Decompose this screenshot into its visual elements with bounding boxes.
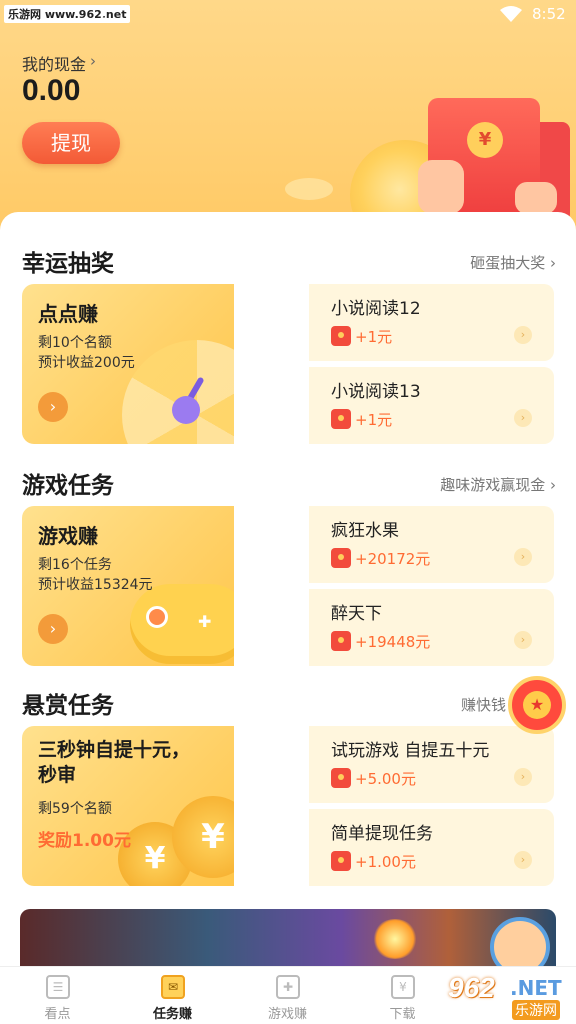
- nav-tab-label: 看点: [44, 1007, 71, 1022]
- feature-card-title: 游戏赚: [38, 524, 98, 548]
- chevron-right-icon[interactable]: ›: [514, 326, 532, 344]
- arrow-right-icon[interactable]: ›: [38, 614, 68, 644]
- gamepad-icon: ✚: [276, 975, 300, 999]
- game-banner[interactable]: [20, 909, 556, 967]
- decor-coin-small: [285, 178, 333, 200]
- task-title: 醉天下: [331, 604, 382, 624]
- chevron-right-icon[interactable]: ›: [514, 768, 532, 786]
- decor-hand-right: [515, 182, 557, 214]
- nav-tab-download[interactable]: ¥ 下载: [345, 967, 460, 1024]
- yuan-coin-icon: ¥: [467, 122, 503, 158]
- banner-explosion: [372, 919, 418, 959]
- section-title-lucky-draw: 幸运抽奖: [22, 251, 114, 277]
- feature-card-game-earn[interactable]: ✚ 游戏赚 剩16个任务 预计收益15324元 ›: [22, 506, 234, 666]
- nav-tab-label: 下载: [389, 1007, 416, 1022]
- task-reward: +5.00元: [355, 770, 416, 788]
- link-smash-egg-label[interactable]: 砸蛋抽大奖: [470, 254, 545, 272]
- nav-tab-task-earn[interactable]: ✉ 任务赚: [115, 967, 230, 1024]
- red-envelope-icon: [331, 851, 351, 871]
- link-quick-money-label[interactable]: 赚快钱: [461, 696, 506, 714]
- feature-card-title-line2: 秒审: [38, 764, 77, 786]
- gamepad-dots: ✚: [198, 612, 214, 631]
- chevron-right-icon[interactable]: ›: [514, 631, 532, 649]
- banner-hero-avatar: [490, 917, 550, 967]
- task-title: 试玩游戏 自提五十元: [331, 741, 490, 761]
- task-reward: +20172元: [355, 550, 431, 568]
- gamepad-button: [146, 606, 168, 628]
- section-title-game-tasks: 游戏任务: [22, 473, 114, 499]
- watermark-subtitle: 乐游网: [512, 1000, 560, 1020]
- watermark-net: .NET: [510, 976, 562, 1000]
- task-reward: +1元: [355, 411, 393, 429]
- cash-amount: 0.00: [22, 74, 81, 107]
- feature-card-title: 三秒钟自提十元， 秒审: [38, 738, 190, 788]
- red-envelope-icon: [331, 768, 351, 788]
- link-fun-games-label[interactable]: 趣味游戏赢现金: [440, 476, 545, 494]
- link-fun-games[interactable]: 趣味游戏赢现金 ›: [440, 474, 556, 495]
- feature-card-reward: 奖励1.00元: [38, 831, 131, 851]
- wheel-illustration: [122, 340, 234, 444]
- feature-card-bounty[interactable]: ¥ ¥ 三秒钟自提十元， 秒审 剩59个名额 奖励1.00元: [22, 726, 234, 886]
- task-title: 疯狂水果: [331, 521, 399, 541]
- feature-card-title-line1: 三秒钟自提十元，: [38, 739, 191, 761]
- status-time: 8:52: [532, 5, 566, 23]
- chevron-right-icon[interactable]: ›: [90, 52, 96, 70]
- yuan-icon: ¥: [391, 975, 415, 999]
- download-icon: ⭳: [100, 4, 106, 23]
- feature-card-quota: 剩59个名额: [38, 801, 112, 817]
- task-reward: +1元: [355, 328, 393, 346]
- my-cash-label[interactable]: 我的现金: [22, 51, 86, 75]
- section-title-bounty-tasks: 悬赏任务: [22, 693, 114, 719]
- nav-tab-watch[interactable]: ☰ 看点: [0, 967, 115, 1024]
- task-title: 小说阅读12: [331, 299, 421, 319]
- chevron-right-icon[interactable]: ›: [514, 409, 532, 427]
- feature-card-estimate: 预计收益15324元: [38, 577, 153, 593]
- task-card[interactable]: 试玩游戏 自提五十元 +5.00元 ›: [309, 726, 554, 803]
- gamepad-illustration: [130, 584, 234, 664]
- watermark-number: 962: [448, 972, 495, 1003]
- wheel-knob: [172, 396, 200, 424]
- task-card[interactable]: 醉天下 +19448元 ›: [309, 589, 554, 666]
- document-icon: ☰: [46, 975, 70, 999]
- red-envelope-icon: [331, 326, 351, 346]
- nav-tab-label: 游戏赚: [267, 1007, 307, 1022]
- wifi-icon: [500, 6, 522, 22]
- nav-tab-label: 任务赚: [152, 1007, 192, 1022]
- feature-card-estimate: 预计收益200元: [38, 355, 135, 371]
- status-brand: 乐游网 www.962.net: [4, 5, 131, 23]
- task-card[interactable]: 小说阅读12 +1元 ›: [309, 284, 554, 361]
- envelope-icon: ✉: [161, 975, 185, 999]
- site-watermark-logo: 962 .NET 乐游网: [448, 972, 572, 1022]
- task-reward: +1.00元: [355, 853, 416, 871]
- red-envelope-icon: [331, 631, 351, 651]
- task-card[interactable]: 简单提现任务 +1.00元 ›: [309, 809, 554, 886]
- nav-tab-game-earn[interactable]: ✚ 游戏赚: [230, 967, 345, 1024]
- red-envelope-icon: [331, 409, 351, 429]
- task-card[interactable]: 小说阅读13 +1元 ›: [309, 367, 554, 444]
- feature-card-title: 点点赚: [38, 302, 98, 326]
- decor-hand: [418, 160, 464, 214]
- task-title: 小说阅读13: [331, 382, 421, 402]
- task-reward: +19448元: [355, 633, 431, 651]
- feature-card-click-earn[interactable]: 点点赚 剩10个名额 预计收益200元 ›: [22, 284, 234, 444]
- task-title: 简单提现任务: [331, 824, 433, 844]
- chevron-right-icon[interactable]: ›: [514, 851, 532, 869]
- arrow-right-icon[interactable]: ›: [38, 392, 68, 422]
- star-icon: ★: [523, 691, 551, 719]
- red-envelope-icon: [331, 548, 351, 568]
- withdraw-button[interactable]: 提现: [22, 122, 120, 164]
- main-sheet: 幸运抽奖 砸蛋抽大奖 › 点点赚 剩10个名额 预计收益200元 › 小说阅读1…: [0, 212, 576, 966]
- feature-card-quota: 剩10个名额: [38, 335, 112, 351]
- feature-card-quota: 剩16个任务: [38, 557, 112, 573]
- chevron-right-icon[interactable]: ›: [514, 548, 532, 566]
- link-smash-egg[interactable]: 砸蛋抽大奖 ›: [470, 252, 556, 273]
- floating-reward-button[interactable]: ★: [508, 676, 566, 734]
- task-card[interactable]: 疯狂水果 +20172元 ›: [309, 506, 554, 583]
- link-quick-money[interactable]: 赚快钱: [461, 694, 506, 715]
- status-bar: 乐游网 www.962.net ⭳ 8:52: [0, 0, 576, 30]
